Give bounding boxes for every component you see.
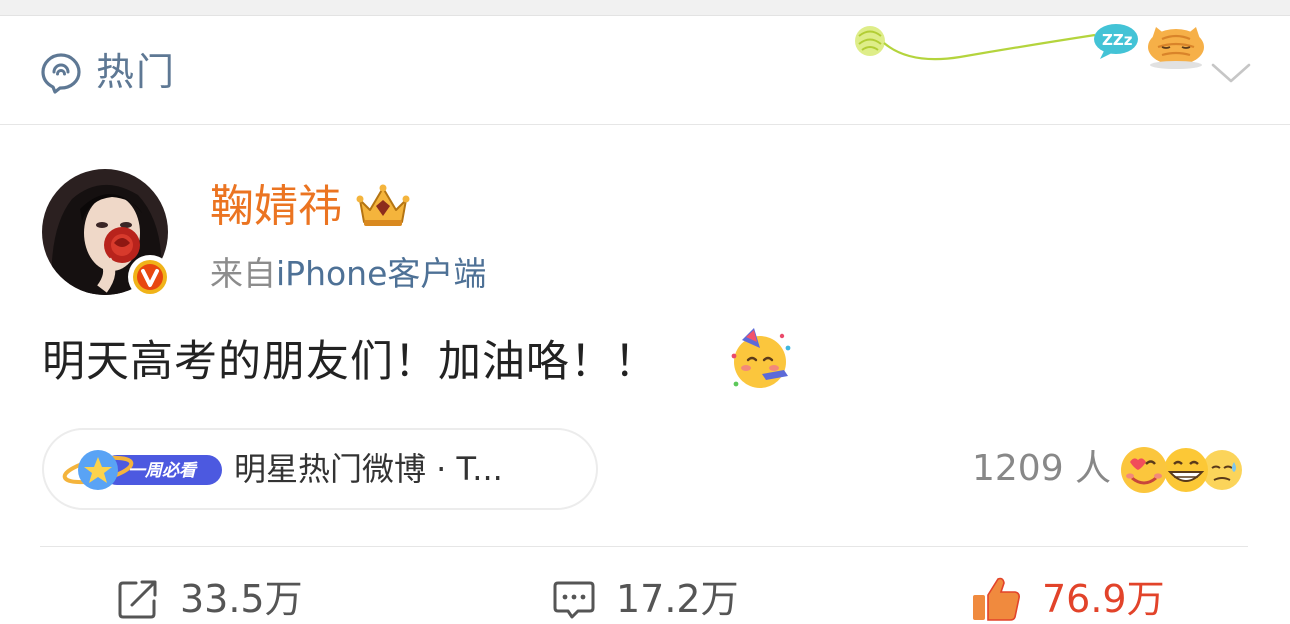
repost-button[interactable]: 33.5万	[116, 574, 303, 624]
comment-button[interactable]: 17.2万	[552, 574, 739, 624]
post-text: 明天高考的朋友们！加油咯！！	[42, 337, 658, 387]
sleeping-cat-decoration: ZZz	[855, 24, 1204, 69]
top-strip	[0, 0, 1290, 16]
source-client-link[interactable]: iPhone客户端	[276, 254, 486, 293]
badge-label: 一周必看	[128, 461, 198, 481]
like-button[interactable]: 76.9万	[970, 574, 1165, 624]
reaction-people-count: 1209 人	[972, 448, 1112, 489]
crown-icon	[356, 184, 410, 226]
topic-pill[interactable]: 一周必看 明星热门微博 · T...	[42, 428, 598, 510]
verified-badge-icon	[128, 255, 172, 299]
topic-label: 明星热门微博 · T...	[234, 450, 503, 488]
comment-count: 17.2万	[616, 577, 739, 621]
like-count: 76.9万	[1042, 577, 1165, 621]
partying-face-emoji	[731, 328, 791, 388]
hot-topic-icon	[41, 53, 81, 94]
comment-icon	[553, 581, 595, 619]
repost-count: 33.5万	[180, 577, 303, 621]
repost-icon	[118, 580, 157, 619]
thumbs-up-icon	[973, 577, 1020, 621]
reaction-faces[interactable]	[1118, 442, 1250, 496]
header-title: 热门	[96, 50, 177, 94]
action-divider	[40, 546, 1248, 547]
chevron-down-icon[interactable]	[1210, 57, 1252, 85]
post-source: 来自iPhone客户端	[210, 254, 486, 294]
author-name[interactable]: 鞠婧祎	[210, 180, 342, 234]
week-must-see-badge: 一周必看	[62, 450, 222, 490]
grin-emoji-icon	[1164, 448, 1208, 492]
svg-text:ZZz: ZZz	[1102, 31, 1133, 49]
heart-kiss-emoji-icon	[1121, 447, 1167, 493]
section-header: 热门 ZZz	[0, 17, 1290, 125]
source-prefix: 来自	[210, 254, 276, 293]
